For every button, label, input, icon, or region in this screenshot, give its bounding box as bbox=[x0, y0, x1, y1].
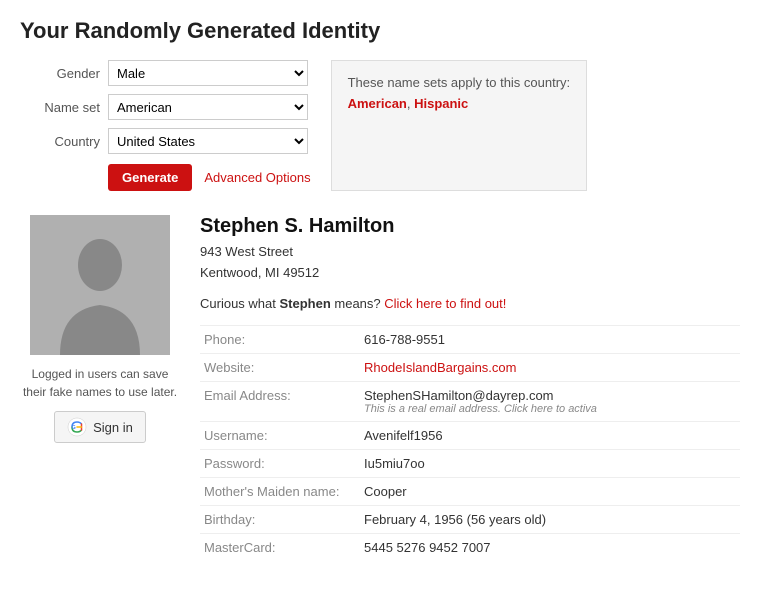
login-notice: Logged in users can save their fake name… bbox=[20, 365, 180, 401]
country-select[interactable]: United States United Kingdom Canada Aust… bbox=[108, 128, 308, 154]
email-address: StephenSHamilton@dayrep.com bbox=[364, 388, 736, 403]
country-label: Country bbox=[20, 134, 100, 149]
meaning-suffix: means? bbox=[331, 296, 384, 311]
nameset-info-box: These name sets apply to this country: A… bbox=[331, 60, 588, 191]
address-line1: 943 West Street bbox=[200, 244, 293, 259]
email-value: StephenSHamilton@dayrep.com This is a re… bbox=[360, 381, 740, 421]
username-label: Username: bbox=[200, 421, 360, 449]
birthday-label: Birthday: bbox=[200, 505, 360, 533]
maiden-label: Mother's Maiden name: bbox=[200, 477, 360, 505]
maiden-value: Cooper bbox=[360, 477, 740, 505]
meaning-name: Stephen bbox=[279, 296, 330, 311]
avatar bbox=[30, 215, 170, 355]
username-value: Avenifelf1956 bbox=[360, 421, 740, 449]
name-meaning: Curious what Stephen means? Click here t… bbox=[200, 296, 740, 311]
nameset-hispanic[interactable]: Hispanic bbox=[414, 96, 468, 111]
page-title: Your Randomly Generated Identity bbox=[20, 18, 740, 44]
advanced-options-link[interactable]: Advanced Options bbox=[204, 170, 310, 185]
mastercard-value: 5445 5276 9452 7007 bbox=[360, 533, 740, 561]
signin-label: Sign in bbox=[93, 420, 133, 435]
email-sub: This is a real email address. Click here… bbox=[364, 403, 736, 415]
nameset-american[interactable]: American bbox=[348, 96, 407, 111]
nameset-select[interactable]: American Hispanic Italian French German bbox=[108, 94, 308, 120]
signin-button[interactable]: G Sign in bbox=[54, 411, 146, 443]
svg-text:G: G bbox=[72, 425, 76, 431]
gender-label: Gender bbox=[20, 66, 100, 81]
meaning-prefix: Curious what bbox=[200, 296, 279, 311]
website-link[interactable]: RhodeIslandBargains.com bbox=[364, 360, 516, 375]
meaning-link[interactable]: Click here to find out! bbox=[384, 296, 506, 311]
password-value: Iu5miu7oo bbox=[360, 449, 740, 477]
birthday-value: February 4, 1956 (56 years old) bbox=[360, 505, 740, 533]
phone-label: Phone: bbox=[200, 325, 360, 353]
generate-button[interactable]: Generate bbox=[108, 164, 192, 191]
info-table: Phone: 616-788-9551 Website: RhodeIsland… bbox=[200, 325, 740, 561]
phone-value: 616-788-9551 bbox=[360, 325, 740, 353]
google-icon: G bbox=[67, 417, 87, 437]
person-address: 943 West Street Kentwood, MI 49512 bbox=[200, 242, 740, 284]
website-label: Website: bbox=[200, 353, 360, 381]
email-label: Email Address: bbox=[200, 381, 360, 421]
address-line2: Kentwood, MI 49512 bbox=[200, 265, 319, 280]
mastercard-label: MasterCard: bbox=[200, 533, 360, 561]
nameset-info-text: These name sets apply to this country: bbox=[348, 75, 571, 90]
nameset-label: Name set bbox=[20, 100, 100, 115]
gender-select[interactable]: Male Female bbox=[108, 60, 308, 86]
website-value[interactable]: RhodeIslandBargains.com bbox=[360, 353, 740, 381]
person-name: Stephen S. Hamilton bbox=[200, 215, 740, 238]
password-label: Password: bbox=[200, 449, 360, 477]
